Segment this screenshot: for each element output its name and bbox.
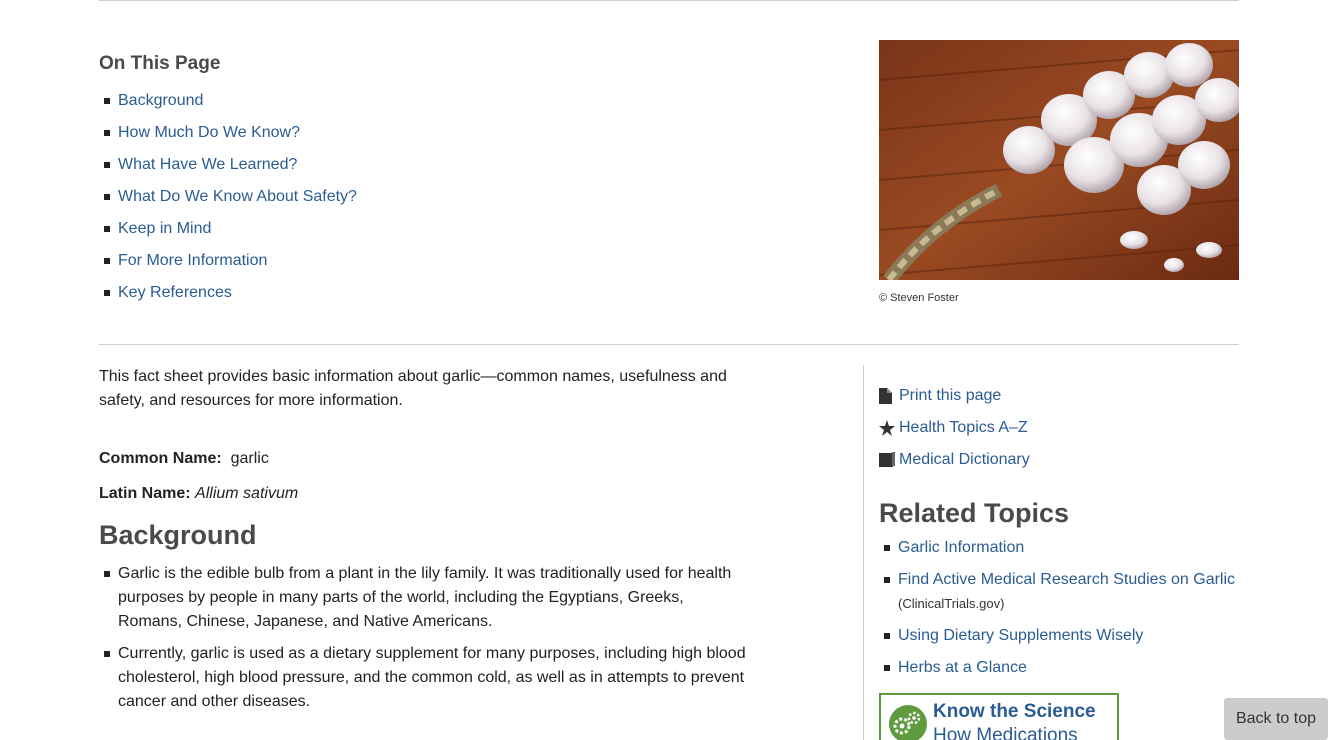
common-name-value: garlic xyxy=(230,450,269,467)
list-item: Background xyxy=(99,90,799,122)
list-item: For More Information xyxy=(99,250,799,282)
otp-link-key-references[interactable]: Key References xyxy=(118,284,232,301)
section-divider xyxy=(99,344,1239,345)
related-topics-list: Garlic Information Find Active Medical R… xyxy=(879,536,1239,680)
related-link-garlic-info[interactable]: Garlic Information xyxy=(898,539,1024,556)
list-item: Using Dietary Supplements Wisely xyxy=(879,624,1239,648)
dictionary-tool: Medical Dictionary xyxy=(879,444,1239,476)
list-item: Find Active Medical Research Studies on … xyxy=(879,568,1239,616)
otp-link-more-info[interactable]: For More Information xyxy=(118,252,267,269)
background-list: Garlic is the edible bulb from a plant i… xyxy=(99,562,749,714)
book-icon xyxy=(879,452,899,468)
related-link-clinical-trials[interactable]: Find Active Medical Research Studies on … xyxy=(898,571,1235,588)
dictionary-link[interactable]: Medical Dictionary xyxy=(899,451,1030,469)
list-item: What Have We Learned? xyxy=(99,154,799,186)
latin-name-value: Allium sativum xyxy=(195,485,299,502)
related-topics-heading: Related Topics xyxy=(879,498,1070,528)
print-tool: Print this page xyxy=(879,380,1239,412)
related-link-herbs[interactable]: Herbs at a Glance xyxy=(898,659,1027,676)
list-item: Garlic is the edible bulb from a plant i… xyxy=(99,562,749,634)
gears-icon xyxy=(887,703,929,740)
list-item: What Do We Know About Safety? xyxy=(99,186,799,218)
print-link[interactable]: Print this page xyxy=(899,387,1001,405)
otp-link-safety[interactable]: What Do We Know About Safety? xyxy=(118,188,357,205)
list-item: Keep in Mind xyxy=(99,218,799,250)
list-item: Garlic Information xyxy=(879,536,1239,560)
sidebar-divider xyxy=(863,365,864,740)
document-icon xyxy=(879,388,899,404)
photo-caption: © Steven Foster xyxy=(879,292,959,304)
on-this-page-list: Background How Much Do We Know? What Hav… xyxy=(99,90,799,314)
star-icon xyxy=(879,420,899,436)
garlic-photo xyxy=(879,40,1239,280)
otp-link-background[interactable]: Background xyxy=(118,92,203,109)
banner-subtitle: How Medications xyxy=(933,725,1078,740)
health-topics-link[interactable]: Health Topics A–Z xyxy=(899,419,1028,437)
common-name: Common Name: garlic xyxy=(99,447,749,471)
latin-name: Latin Name: Allium sativum xyxy=(99,482,749,506)
back-to-top-button[interactable]: Back to top xyxy=(1224,698,1328,740)
main-content: This fact sheet provides basic informati… xyxy=(99,365,749,722)
banner-title: Know the Science xyxy=(933,701,1096,722)
health-topics-tool: Health Topics A–Z xyxy=(879,412,1239,444)
top-divider xyxy=(99,0,1239,2)
otp-link-how-much[interactable]: How Much Do We Know? xyxy=(118,124,300,141)
list-item: How Much Do We Know? xyxy=(99,122,799,154)
list-item: Key References xyxy=(99,282,799,314)
sidebar: Print this page Health Topics A–Z Medica… xyxy=(879,380,1239,688)
on-this-page: On This Page Background How Much Do We K… xyxy=(99,50,799,314)
common-name-label: Common Name: xyxy=(99,450,222,467)
on-this-page-title: On This Page xyxy=(99,53,221,74)
intro-text: This fact sheet provides basic informati… xyxy=(99,368,727,409)
related-link-supplements[interactable]: Using Dietary Supplements Wisely xyxy=(898,627,1143,644)
otp-link-keep-in-mind[interactable]: Keep in Mind xyxy=(118,220,211,237)
know-the-science-banner[interactable]: Know the Science How Medications xyxy=(879,693,1119,740)
list-item: Herbs at a Glance xyxy=(879,656,1239,680)
clinical-trials-note: (ClinicalTrials.gov) xyxy=(898,596,1005,611)
background-heading: Background xyxy=(99,520,257,550)
latin-name-label: Latin Name: xyxy=(99,485,191,502)
list-item: Currently, garlic is used as a dietary s… xyxy=(99,642,749,714)
otp-link-what-learned[interactable]: What Have We Learned? xyxy=(118,156,297,173)
